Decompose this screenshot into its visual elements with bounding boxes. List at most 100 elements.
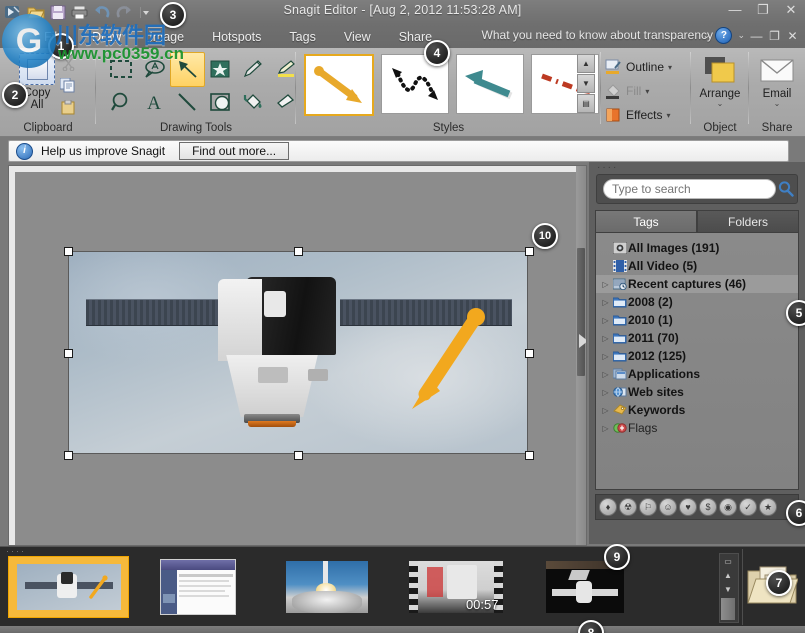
tree-item-recent-captures[interactable]: ▷ Recent captures (46) (596, 275, 798, 293)
handle-e[interactable] (525, 349, 534, 358)
fill-tool[interactable] (236, 85, 269, 118)
tree-item-web-sites[interactable]: ▷ Web sites (596, 383, 798, 401)
tab-tags[interactable]: Tags (275, 27, 329, 48)
shape-tool[interactable] (203, 85, 236, 118)
handle-se[interactable] (525, 451, 534, 460)
selection-tool[interactable] (104, 52, 137, 85)
filmstrip-scroll-up[interactable]: ▲ (720, 568, 736, 582)
thumb-rocket-launch[interactable] (266, 556, 387, 618)
filmstrip-scroll-thumb[interactable] (721, 598, 735, 620)
filmstrip-grip[interactable]: ···· (6, 549, 26, 554)
chevron-down-icon-email[interactable]: ⌄ (749, 100, 805, 107)
tab-hotspots[interactable]: Hotspots (198, 27, 275, 48)
thumb-webpage[interactable] (137, 556, 258, 618)
canvas-vertical-scrollbar[interactable] (576, 166, 586, 545)
fill-button[interactable]: Fill ▾ (605, 79, 672, 103)
maximize-button[interactable]: ❐ (755, 2, 771, 18)
search-input[interactable] (603, 179, 776, 199)
help-prompt-text[interactable]: What you need to know about transparency (482, 28, 713, 42)
paste-icon[interactable] (58, 98, 78, 117)
expander-icon[interactable]: ▷ (600, 280, 611, 289)
panel-grip[interactable]: ···· (597, 165, 618, 171)
help-icon[interactable]: ? (715, 27, 732, 44)
chevron-down-icon-2[interactable]: ⌄ (737, 30, 745, 41)
pen-tool[interactable] (236, 52, 269, 85)
flag-heart[interactable]: ♥ (679, 498, 697, 516)
ribbon-restore-button[interactable]: ❐ (768, 29, 781, 43)
tab-image[interactable]: Image (135, 27, 198, 48)
tree-item-2012[interactable]: ▷ 2012 (125) (596, 347, 798, 365)
handle-ne[interactable] (525, 247, 534, 256)
flag-star[interactable]: ★ (759, 498, 777, 516)
line-tool[interactable] (170, 85, 203, 118)
callout-tool[interactable] (137, 52, 170, 85)
stamp-tool[interactable] (203, 52, 236, 85)
tree-item-2008[interactable]: ▷ 2008 (2) (596, 293, 798, 311)
arrow-tool[interactable] (170, 52, 205, 87)
tree-item-2011[interactable]: ▷ 2011 (70) (596, 329, 798, 347)
flag-biohazard[interactable]: ☢ (619, 498, 637, 516)
find-out-more-button[interactable]: Find out more... (179, 142, 289, 160)
help-controls[interactable]: ⌄ ? ⌄ — ❐ ✕ (703, 27, 799, 44)
chevron-down-icon-arrange[interactable]: ⌄ (691, 100, 749, 107)
styles-scroll-spinner[interactable]: ▲ ▼ ▤ (577, 54, 593, 113)
ribbon-minimize-button[interactable]: — (750, 29, 763, 43)
flag-pin[interactable]: ◉ (719, 498, 737, 516)
panel-expand-arrow-icon[interactable] (579, 334, 587, 348)
tab-folders[interactable]: Folders (697, 210, 799, 232)
outline-button[interactable]: Outline ▾ (605, 55, 672, 79)
flag-dollar[interactable]: $ (699, 498, 717, 516)
flag-check[interactable]: ✓ (739, 498, 757, 516)
text-tool[interactable]: A (137, 85, 170, 118)
canvas-scroll-thumb[interactable] (577, 248, 585, 376)
expander-icon[interactable]: ▷ (600, 298, 611, 307)
handle-n[interactable] (294, 247, 303, 256)
copy-icon[interactable] (58, 76, 78, 95)
close-button[interactable]: ✕ (783, 2, 799, 18)
expander-icon[interactable]: ▷ (600, 406, 611, 415)
tree-item-all-video[interactable]: All Video (5) (596, 257, 798, 275)
email-button[interactable]: Email ⌄ (749, 52, 805, 107)
flag-pennant[interactable]: ⚐ (639, 498, 657, 516)
styles-scroll-up[interactable]: ▲ (577, 54, 595, 73)
expander-icon[interactable]: ▷ (600, 352, 611, 361)
tab-tags[interactable]: Tags (595, 210, 697, 232)
handle-w[interactable] (64, 349, 73, 358)
magnify-tool[interactable] (104, 85, 137, 118)
handle-sw[interactable] (64, 451, 73, 460)
thumb-rocket-video[interactable]: 00:57 (395, 556, 516, 618)
effects-button[interactable]: Effects ▾ (605, 103, 672, 127)
tree-item-applications[interactable]: ▷ Applications (596, 365, 798, 383)
style-teal-shadow-arrow[interactable] (456, 54, 524, 114)
canvas-image-object[interactable] (68, 251, 528, 454)
style-solid-orange-arrow[interactable] (304, 54, 374, 116)
expander-icon[interactable]: ▷ (600, 424, 611, 433)
handle-s[interactable] (294, 451, 303, 460)
search-icon[interactable] (778, 179, 794, 199)
chevron-down-icon-fill[interactable]: ▾ (645, 87, 649, 96)
flag-bell[interactable]: ♦ (599, 498, 617, 516)
arrange-button[interactable]: Arrange ⌄ (691, 52, 749, 107)
ribbon-close-button[interactable]: ✕ (786, 29, 799, 43)
tree-item-2010[interactable]: ▷ 2010 (1) (596, 311, 798, 329)
tree-item-keywords[interactable]: ▷ Keywords (596, 401, 798, 419)
expander-icon[interactable]: ▷ (600, 334, 611, 343)
expander-icon[interactable]: ▷ (600, 316, 611, 325)
tree-item-flags[interactable]: ▷ Flags (596, 419, 798, 437)
expander-icon[interactable]: ▷ (600, 370, 611, 379)
chevron-down-icon-effects[interactable]: ▾ (666, 111, 670, 120)
canvas-area[interactable] (8, 165, 587, 546)
chevron-down-icon[interactable]: ⌄ (703, 30, 711, 41)
styles-scroll-down[interactable]: ▼ (577, 74, 595, 93)
handle-nw[interactable] (64, 247, 73, 256)
expander-icon[interactable]: ▷ (600, 388, 611, 397)
minimize-button[interactable]: — (727, 2, 743, 18)
thumb-dragon-capsule[interactable] (8, 556, 129, 618)
styles-expand-gallery[interactable]: ▤ (577, 94, 595, 113)
tab-view[interactable]: View (330, 27, 385, 48)
chevron-down-icon-outline[interactable]: ▾ (668, 63, 672, 72)
filmstrip-scroll-down[interactable]: ▼ (720, 582, 736, 596)
filmstrip-scrollbar[interactable]: ▭ ▲ ▼ (719, 553, 739, 623)
flag-smiley[interactable]: ☺ (659, 498, 677, 516)
window-controls[interactable]: — ❐ ✕ (727, 2, 799, 18)
